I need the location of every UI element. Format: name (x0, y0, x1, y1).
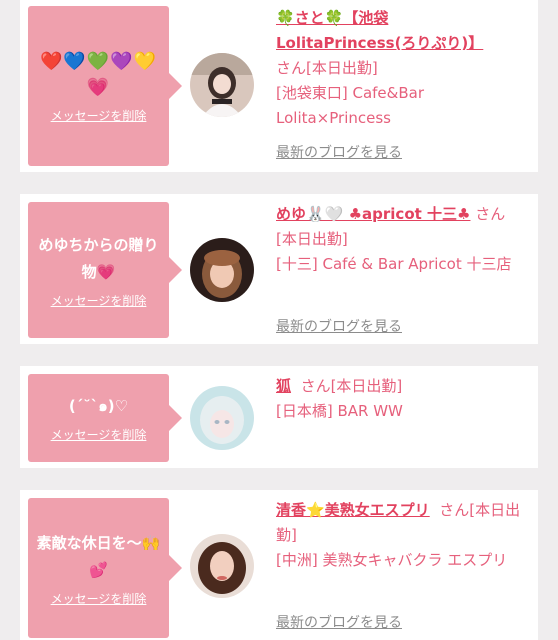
cast-name-link[interactable]: 清香⭐美熟女エスプリ (276, 501, 430, 519)
cast-name-link[interactable]: 狐 (276, 377, 291, 395)
avatar[interactable] (190, 238, 254, 302)
cast-info: 清香⭐美熟女エスプリ さん[本日出勤] [中洲] 美熟女キャバクラ エスプリ (276, 498, 526, 573)
message-bubble: ❤️💙💚💜💛💗 メッセージを削除 (28, 6, 169, 166)
message-text: (ˊ˘ˋ๑)♡ (68, 397, 129, 415)
cast-info: 狐 さん[本日出勤] [日本橋] BAR WW (276, 374, 526, 424)
cast-info: 🍀さと🍀【池袋LolitaPrincess(ろりぷり)】 さん[本日出勤] [池… (276, 6, 526, 131)
avatar[interactable] (190, 53, 254, 117)
delete-message-link[interactable]: メッセージを削除 (51, 590, 147, 607)
favorite-card: めゆちからの贈り物💗 メッセージを削除 めゆ🐰🤍 ♣apricot 十三♣ さん… (20, 194, 538, 344)
delete-message-link[interactable]: メッセージを削除 (51, 292, 147, 309)
shop-name: [日本橋] BAR WW (276, 402, 403, 420)
favorite-card: (ˊ˘ˋ๑)♡ メッセージを削除 狐 さん[本日出勤] [日本橋] BAR WW (20, 366, 538, 468)
shop-name: [中洲] 美熟女キャバクラ エスプリ (276, 551, 508, 569)
cast-info: めゆ🐰🤍 ♣apricot 十三♣ さん[本日出勤] [十三] Café & B… (276, 202, 526, 277)
latest-blog-link[interactable]: 最新のブログを見る (276, 612, 402, 632)
latest-blog-link[interactable]: 最新のブログを見る (276, 142, 402, 162)
message-bubble: (ˊ˘ˋ๑)♡ メッセージを削除 (28, 374, 169, 462)
favorite-card: 素敵な休日を〜🙌💕 メッセージを削除 清香⭐美熟女エスプリ さん[本日出勤] [… (20, 490, 538, 640)
shop-name: [十三] Café & Bar Apricot 十三店 (276, 255, 512, 273)
cast-name-link[interactable]: 🍀さと🍀【池袋LolitaPrincess(ろりぷり)】 (276, 9, 483, 52)
delete-message-link[interactable]: メッセージを削除 (51, 426, 147, 443)
cast-status: さん[本日出勤] (276, 59, 378, 77)
avatar[interactable] (190, 534, 254, 598)
cast-status: さん[本日出勤] (300, 377, 403, 395)
message-bubble: 素敵な休日を〜🙌💕 メッセージを削除 (28, 498, 169, 638)
latest-blog-link[interactable]: 最新のブログを見る (276, 316, 402, 336)
message-text: めゆちからの贈り物💗 (38, 235, 159, 281)
avatar[interactable] (190, 386, 254, 450)
favorite-card: ❤️💙💚💜💛💗 メッセージを削除 🍀さと🍀【池袋LolitaPrincess(ろ… (20, 0, 538, 172)
delete-message-link[interactable]: メッセージを削除 (51, 107, 147, 124)
message-text: ❤️💙💚💜💛💗 (39, 50, 158, 98)
message-text: 素敵な休日を〜🙌💕 (36, 533, 161, 579)
cast-name-link[interactable]: めゆ🐰🤍 ♣apricot 十三♣ (276, 205, 470, 223)
message-bubble: めゆちからの贈り物💗 メッセージを削除 (28, 202, 169, 338)
shop-name: [池袋東口] Cafe&Bar Lolita×Princess (276, 84, 424, 127)
